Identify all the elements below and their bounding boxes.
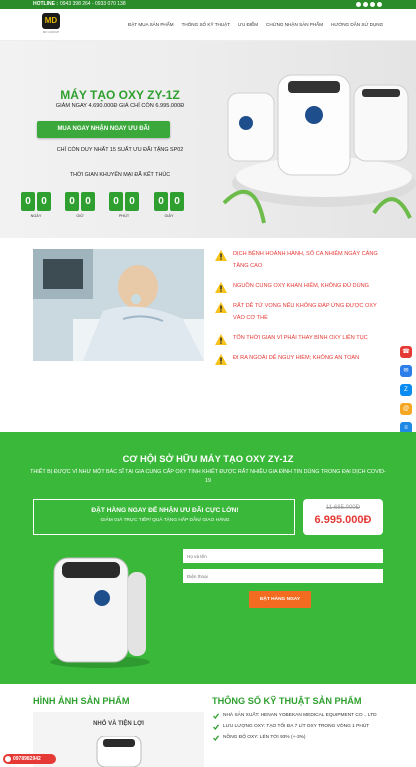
list-item: NHÀ SẢN XUẤT: HENAN YOBEKAN MEDICAL EQUI… <box>213 712 391 720</box>
hotline-call-button[interactable]: 0978982942 <box>3 754 56 764</box>
countdown-digit: 0 <box>125 192 139 211</box>
site-header: MD MD GROUP ĐẶT MUA SẢN PHẨM THÔNG SỐ KỸ… <box>0 9 416 41</box>
email-icon[interactable]: @ <box>400 403 412 415</box>
logo[interactable]: MD MD GROUP <box>42 13 60 37</box>
nav-item-advantages[interactable]: ƯU ĐIỂM <box>238 22 258 27</box>
problem-text: ĐI RA NGOÀI DỄ NGUY HIỂM; KHÔNG AN TOÀN <box>233 355 360 361</box>
list-item: RẤT DỄ TỬ VONG NẾU KHÔNG ĐÁP ỨNG ĐƯỢC OX… <box>213 300 388 324</box>
top-bar: HOTLINE : 0943 398 264 - 0933 070 138 <box>0 0 416 9</box>
floating-contact-bar: ☎ ✉ Z @ ≡ <box>400 346 414 441</box>
hotline-phones[interactable]: 0943 398 264 - 0933 070 138 <box>60 0 126 9</box>
offer-title: CƠ HỘI SỞ HỮU MÁY TẠO OXY ZY-1Z <box>122 453 294 464</box>
countdown-digit: 0 <box>154 192 168 211</box>
list-item: LƯU LƯỢNG OXY: TẠO TỐI ĐA 7 LÍT OXY TRON… <box>213 723 391 731</box>
countdown-label: THỜI GIAN KHUYẾN MẠI ĐÃ KẾT THÚC <box>69 172 171 178</box>
zalo-icon[interactable]: Z <box>400 384 412 396</box>
specs-list: NHÀ SẢN XUẤT: HENAN YOBEKAN MEDICAL EQUI… <box>213 712 391 745</box>
check-icon <box>213 724 219 730</box>
facebook-icon[interactable] <box>356 2 361 7</box>
countdown-unit-label: NGÀY <box>30 214 42 218</box>
spec-text: NỒNG ĐỘ OXY: LÊN TỚI 93% (+-3%) <box>223 735 306 740</box>
phone-field[interactable] <box>183 569 383 583</box>
list-item: DỊCH BỆNH HOÀNH HÀNH, SỐ CA NHIỄM NGÀY C… <box>213 248 388 272</box>
warning-icon <box>215 354 227 365</box>
countdown-timer: 00 NGÀY 00 GIỜ 00 PHÚT 00 GIÂY <box>21 192 191 222</box>
order-now-button[interactable]: ĐẶT HÀNG NGAY <box>249 591 311 608</box>
spec-text: NHÀ SẢN XUẤT: HENAN YOBEKAN MEDICAL EQUI… <box>223 713 377 718</box>
countdown-digit: 0 <box>21 192 35 211</box>
logo-badge: MD <box>42 13 60 29</box>
countdown-digit: 0 <box>37 192 51 211</box>
countdown-digit: 0 <box>81 192 95 211</box>
specs-title: THÔNG SỐ KỸ THUẬT SẢN PHẨM <box>212 696 362 706</box>
new-price: 6.995.000Đ <box>314 514 372 526</box>
product-image <box>50 557 150 668</box>
order-form <box>183 549 383 589</box>
twitter-icon[interactable] <box>370 2 375 7</box>
list-item: NGUỒN CUNG OXY KHAN HIẾM, KHÔNG ĐỦ DÙNG <box>213 280 388 293</box>
warning-icon <box>215 302 227 313</box>
countdown-minutes: 00 PHÚT <box>109 192 139 218</box>
email-icon[interactable] <box>377 2 382 7</box>
logo-subtext: MD GROUP <box>42 30 60 34</box>
hotline-label: HOTLINE : <box>33 1 58 7</box>
promo-subline: GIẢM GIÁ TRỰC TIẾP/ QUÀ TẶNG HẤP DẪN/ GI… <box>100 518 230 523</box>
problem-text: RẤT DỄ TỬ VONG NẾU KHÔNG ĐÁP ỨNG ĐƯỢC OX… <box>233 303 377 321</box>
problem-text: NGUỒN CUNG OXY KHAN HIẾM, KHÔNG ĐỦ DÙNG <box>233 283 370 289</box>
warning-icon <box>215 282 227 293</box>
product-gallery[interactable]: NHỎ VÀ TIỆN LỢI <box>33 712 204 767</box>
problem-text: TỐN THỜI GIAN VÌ PHẢI THAY BÌNH OXY LIÊN… <box>233 335 368 341</box>
problem-list: DỊCH BỆNH HOÀNH HÀNH, SỐ CA NHIỄM NGÀY C… <box>213 248 388 372</box>
countdown-seconds: 00 GIÂY <box>154 192 184 218</box>
countdown-digit: 0 <box>65 192 79 211</box>
hotline-number: 0978982942 <box>13 756 41 762</box>
countdown-unit-label: PHÚT <box>118 214 130 218</box>
social-links <box>356 0 382 7</box>
buy-now-button[interactable]: MUA NGAY NHẬN NGAY ƯU ĐÃI <box>37 121 170 138</box>
patient-photo <box>33 249 204 361</box>
countdown-unit-label: GIÂY <box>164 214 174 218</box>
nav-item-specs[interactable]: THÔNG SỐ KỸ THUẬT <box>182 22 230 27</box>
old-price: 11.685.000Đ <box>326 505 360 511</box>
google-plus-icon[interactable] <box>363 2 368 7</box>
gallery-product-image <box>96 736 142 767</box>
list-item: NỒNG ĐỘ OXY: LÊN TỚI 93% (+-3%) <box>213 734 391 742</box>
gallery-title: HÌNH ẢNH SẢN PHẨM <box>33 696 130 706</box>
list-item: ĐI RA NGOÀI DỄ NGUY HIỂM; KHÔNG AN TOÀN <box>213 352 388 365</box>
nav-item-order[interactable]: ĐẶT MUA SẢN PHẨM <box>128 22 174 27</box>
hero-price-line: GIẢM NGAY 4.690.000Đ GIÁ CHỈ CÒN 6.995.0… <box>55 103 185 109</box>
warning-icon <box>215 250 227 261</box>
hero-product-image <box>222 74 416 224</box>
gallery-caption: NHỎ VÀ TIỆN LỢI <box>93 721 144 727</box>
spec-text: LƯU LƯỢNG OXY: TẠO TỐI ĐA 7 LÍT OXY TRON… <box>223 724 370 729</box>
check-icon <box>213 713 219 719</box>
hero-title: MÁY TẠO OXY ZY-1Z <box>60 88 180 102</box>
warning-icon <box>215 334 227 345</box>
hero-section: MÁY TẠO OXY ZY-1Z GIẢM NGAY 4.690.000Đ G… <box>0 41 416 238</box>
offer-section: CƠ HỘI SỞ HỮU MÁY TẠO OXY ZY-1Z THIẾT BỊ… <box>0 432 416 684</box>
main-nav: ĐẶT MUA SẢN PHẨM THÔNG SỐ KỸ THUẬT ƯU ĐI… <box>128 22 383 27</box>
list-item: TỐN THỜI GIAN VÌ PHẢI THAY BÌNH OXY LIÊN… <box>213 332 388 345</box>
price-box: 11.685.000Đ 6.995.000Đ <box>303 499 383 535</box>
name-field[interactable] <box>183 549 383 563</box>
countdown-unit-label: GIỜ <box>76 214 84 218</box>
nav-item-guide[interactable]: HƯỚNG DẪN SỬ DỤNG <box>331 22 383 27</box>
messenger-icon[interactable]: ✉ <box>400 365 412 377</box>
offer-promo-box: ĐẶT HÀNG NGAY ĐỂ NHẬN ƯU ĐÃI CỰC LỚN! GI… <box>33 499 295 535</box>
problem-text: DỊCH BỆNH HOÀNH HÀNH, SỐ CA NHIỄM NGÀY C… <box>233 251 378 269</box>
countdown-days: 00 NGÀY <box>21 192 51 218</box>
phone-icon[interactable]: ☎ <box>400 346 412 358</box>
countdown-digit: 0 <box>170 192 184 211</box>
check-icon <box>213 735 219 741</box>
hero-stock-notice: CHỈ CÒN DUY NHẤT 15 SUẤT ƯU ĐÃI TẶNG SP0… <box>56 147 184 153</box>
offer-subtitle: THIẾT BỊ ĐƯỢC VÍ NHƯ MỘT BÁC SĨ TẠI GIA … <box>30 469 386 484</box>
promo-headline: ĐẶT HÀNG NGAY ĐỂ NHẬN ƯU ĐÃI CỰC LỚN! <box>91 507 239 514</box>
phone-icon <box>5 756 11 762</box>
countdown-digit: 0 <box>109 192 123 211</box>
countdown-hours: 00 GIỜ <box>65 192 95 218</box>
nav-item-certificates[interactable]: CHỨNG NHẬN SẢN PHẨM <box>266 22 323 27</box>
